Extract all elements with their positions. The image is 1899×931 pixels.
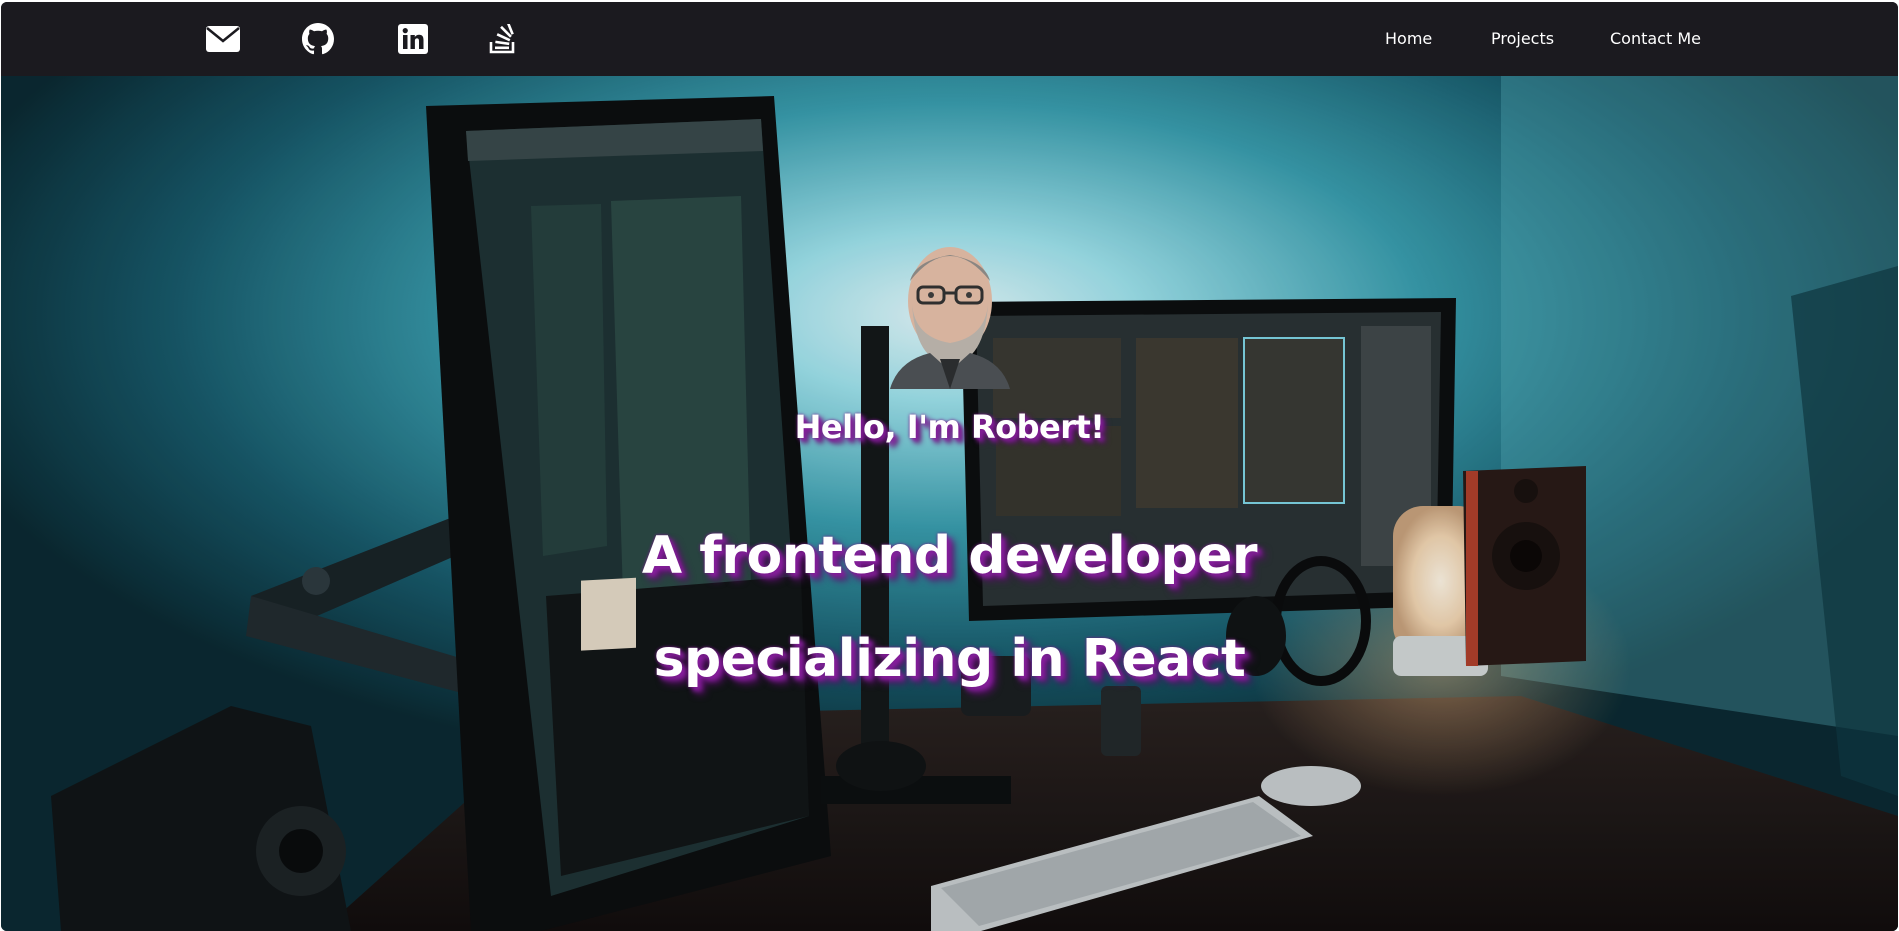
nav-contact-me[interactable]: Contact Me <box>1610 2 1701 76</box>
hero-background-image <box>1 76 1898 931</box>
page-frame: Home Projects Contact Me Hello, I'm Robe… <box>1 2 1898 931</box>
nav-projects[interactable]: Projects <box>1491 2 1554 76</box>
envelope-icon[interactable] <box>206 22 240 56</box>
navbar: Home Projects Contact Me <box>1 2 1898 76</box>
avatar <box>890 247 1010 389</box>
hero-tagline-line-2: specializing in React <box>653 629 1246 689</box>
github-icon[interactable] <box>301 22 335 56</box>
hero-section: Hello, I'm Robert! A frontend developer … <box>1 76 1898 931</box>
nav-home[interactable]: Home <box>1385 2 1432 76</box>
stackoverflow-icon[interactable] <box>486 22 520 56</box>
hero-greeting: Hello, I'm Robert! <box>794 408 1105 446</box>
linkedin-icon[interactable] <box>396 22 430 56</box>
hero-tagline-line-1: A frontend developer <box>641 526 1258 586</box>
